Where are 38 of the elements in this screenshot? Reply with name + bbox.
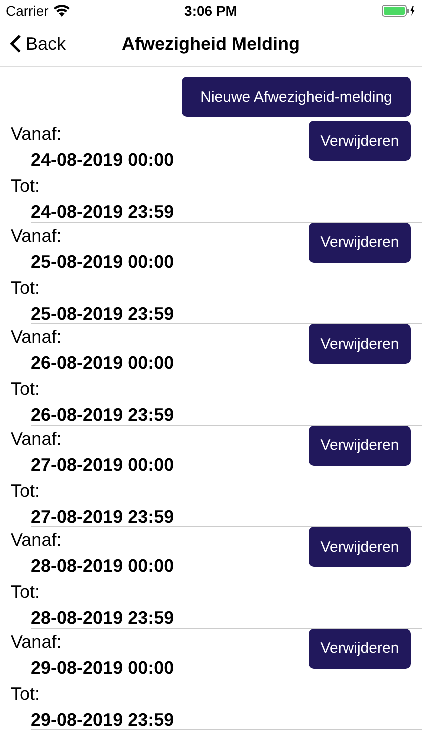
from-label: Vanaf: (11, 123, 63, 146)
to-date: 25-08-2019 23:59 (30, 302, 174, 326)
from-date: 25-08-2019 00:00 (30, 250, 174, 274)
screen-title: Afwezigheid Melding (122, 34, 300, 54)
from-label: Vanaf: (11, 428, 63, 450)
from-date: 24-08-2019 00:00 (30, 149, 174, 172)
delete-button[interactable]: Verwijderen (309, 121, 411, 161)
from-date: 29-08-2019 00:00 (30, 656, 174, 680)
status-time: 3:06 PM (184, 3, 238, 19)
to-label: Tot: (11, 581, 42, 604)
from-date: 28-08-2019 00:00 (30, 555, 174, 578)
delete-button[interactable]: Verwijderen (309, 426, 411, 466)
from-date: 26-08-2019 00:00 (30, 352, 174, 375)
delete-button[interactable]: Verwijderen (309, 324, 411, 364)
chevron-left-icon (10, 34, 22, 54)
new-absence-button[interactable]: Nieuwe Afwezigheid-melding (182, 77, 411, 117)
to-label: Tot: (11, 480, 42, 502)
wifi-icon (54, 5, 70, 17)
back-button[interactable]: Back (0, 34, 66, 54)
carrier-label: Carrier (6, 3, 49, 19)
to-label: Tot: (11, 682, 42, 706)
to-label: Tot: (11, 175, 42, 198)
to-label: Tot: (11, 378, 42, 401)
delete-button[interactable]: Verwijderen (309, 527, 411, 567)
battery-charging-icon (382, 5, 416, 17)
from-label: Vanaf: (11, 529, 63, 552)
to-date: 29-08-2019 23:59 (30, 708, 174, 732)
from-label: Vanaf: (11, 630, 63, 654)
to-date: 27-08-2019 23:59 (30, 506, 174, 528)
to-date: 26-08-2019 23:59 (30, 404, 174, 427)
from-date: 27-08-2019 00:00 (30, 454, 174, 476)
delete-button[interactable]: Verwijderen (309, 628, 411, 668)
to-date: 28-08-2019 23:59 (30, 607, 174, 630)
to-label: Tot: (11, 276, 42, 300)
delete-button[interactable]: Verwijderen (309, 222, 411, 262)
from-label: Vanaf: (11, 224, 63, 248)
from-label: Vanaf: (11, 326, 63, 349)
to-date: 24-08-2019 23:59 (30, 201, 174, 224)
